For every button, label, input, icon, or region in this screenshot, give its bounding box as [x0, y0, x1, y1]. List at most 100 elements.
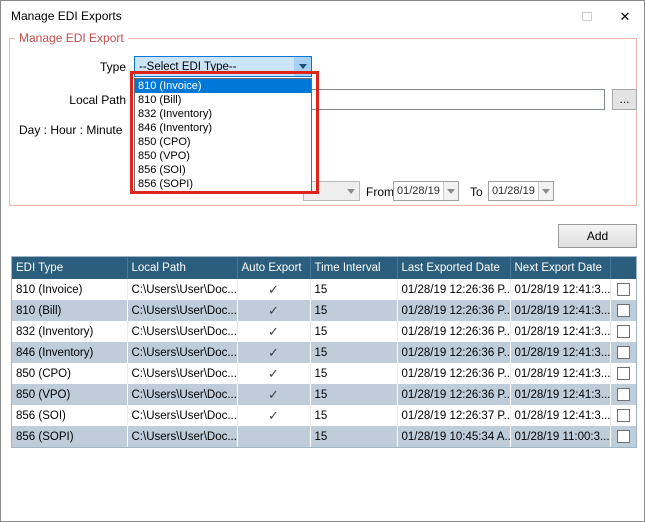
- table-row[interactable]: 850 (CPO) C:\Users\User\Doc... ✓ 15 01/28/19…: [12, 363, 636, 384]
- edi-type-combobox[interactable]: --Select EDI Type--: [134, 56, 312, 77]
- date-dropdown-button[interactable]: [443, 182, 458, 200]
- add-button[interactable]: Add: [558, 224, 637, 248]
- title-bar[interactable]: Manage EDI Exports ✕: [1, 1, 644, 31]
- column-header[interactable]: Local Path: [127, 257, 238, 279]
- window-buttons: ✕: [568, 1, 644, 31]
- next-export-date-cell: 01/28/19 12:41:3...: [510, 300, 611, 321]
- dropdown-item[interactable]: 846 (Inventory): [135, 121, 311, 135]
- row-select-cell: [610, 321, 636, 342]
- last-exported-date-cell: 01/28/19 12:26:37 P...: [397, 405, 511, 426]
- dropdown-item[interactable]: 850 (CPO): [135, 135, 311, 149]
- table-row[interactable]: 850 (VPO) C:\Users\User\Doc... ✓ 15 01/28/19…: [12, 384, 636, 405]
- dropdown-item[interactable]: 856 (SOPI): [135, 177, 311, 191]
- chevron-down-icon: [447, 188, 455, 194]
- row-checkbox[interactable]: [616, 346, 630, 359]
- to-label: To: [470, 185, 483, 199]
- column-header[interactable]: Time Interval: [310, 257, 398, 279]
- time-interval-cell: 15: [310, 300, 398, 321]
- row-select-cell: [610, 279, 636, 300]
- local-path-cell: C:\Users\User\Doc...: [127, 279, 238, 300]
- chevron-down-icon: [542, 188, 550, 194]
- auto-export-cell: ✓: [237, 342, 311, 363]
- chevron-down-icon: [298, 64, 307, 69]
- browse-button[interactable]: ...: [612, 89, 637, 110]
- edi-type-cell: 832 (Inventory): [12, 321, 128, 342]
- combobox-dropdown-button[interactable]: [294, 57, 311, 76]
- row-checkbox[interactable]: [616, 388, 630, 401]
- local-path-cell: C:\Users\User\Doc...: [127, 426, 238, 447]
- edi-table-header-row: EDI Type Local Path Auto Export Time Interv…: [12, 257, 636, 279]
- edi-exports-table: EDI Type Local Path Auto Export Time Interv…: [11, 256, 637, 448]
- manage-edi-exports-dialog: Manage EDI Exports ✕ Manage EDI Export T…: [0, 0, 645, 522]
- row-select-cell: [610, 384, 636, 405]
- edi-type-cell: 850 (CPO): [12, 363, 128, 384]
- column-header[interactable]: Auto Export: [237, 257, 311, 279]
- dropdown-item[interactable]: 850 (VPO): [135, 149, 311, 163]
- to-date-value: 01/28/19: [492, 185, 535, 197]
- dropdown-item[interactable]: 856 (SOI): [135, 163, 311, 177]
- time-interval-cell: 15: [310, 279, 398, 300]
- from-date-picker[interactable]: 01/28/19: [393, 181, 459, 201]
- last-exported-date-cell: 01/28/19 12:26:36 P...: [397, 384, 511, 405]
- row-checkbox[interactable]: [616, 367, 630, 380]
- last-exported-date-cell: 01/28/19 12:26:36 P...: [397, 321, 511, 342]
- table-row[interactable]: 810 (Bill) C:\Users\User\Doc... ✓ 15 01/28/1…: [12, 300, 636, 321]
- row-select-cell: [610, 363, 636, 384]
- table-row[interactable]: 832 (Inventory) C:\Users\User\Doc... ✓ 15 01…: [12, 321, 636, 342]
- maximize-icon: [582, 11, 592, 21]
- dropdown-item[interactable]: 810 (Invoice): [135, 79, 311, 93]
- last-exported-date-cell: 01/28/19 12:26:36 P...: [397, 342, 511, 363]
- row-select-cell: [610, 300, 636, 321]
- table-row[interactable]: 856 (SOPI) C:\Users\User\Doc... 15 01/28/19…: [12, 426, 636, 447]
- schedule-label: Day : Hour : Minute: [19, 123, 123, 137]
- dropdown-item[interactable]: 810 (Bill): [135, 93, 311, 107]
- next-export-date-cell: 01/28/19 12:41:3...: [510, 363, 611, 384]
- last-exported-date-cell: 01/28/19 10:45:34 A...: [397, 426, 511, 447]
- groupbox-title: Manage EDI Export: [15, 31, 128, 45]
- from-label: From: [366, 185, 394, 199]
- maximize-button[interactable]: [568, 1, 606, 31]
- auto-export-cell: ✓: [237, 363, 311, 384]
- column-header[interactable]: Last Exported Date: [397, 257, 511, 279]
- local-path-cell: C:\Users\User\Doc...: [127, 384, 238, 405]
- row-checkbox[interactable]: [616, 325, 630, 338]
- column-header[interactable]: Next Export Date: [510, 257, 611, 279]
- row-checkbox[interactable]: [616, 409, 630, 422]
- to-date-picker[interactable]: 01/28/19: [488, 181, 554, 201]
- table-row[interactable]: 846 (Inventory) C:\Users\User\Doc... ✓ 15 01…: [12, 342, 636, 363]
- row-select-cell: [610, 342, 636, 363]
- edi-type-cell: 856 (SOI): [12, 405, 128, 426]
- chevron-down-icon: [347, 188, 355, 194]
- auto-export-cell: ✓: [237, 321, 311, 342]
- date-dropdown-button[interactable]: [538, 182, 553, 200]
- table-row[interactable]: 810 (Invoice) C:\Users\User\Doc... ✓ 15 01/2…: [12, 279, 636, 300]
- next-export-date-cell: 01/28/19 12:41:3...: [510, 321, 611, 342]
- edi-type-dropdown-list: 810 (Invoice) 810 (Bill) 832 (Inventory) 84…: [134, 78, 312, 192]
- dropdown-item[interactable]: 832 (Inventory): [135, 107, 311, 121]
- edi-type-cell: 856 (SOPI): [12, 426, 128, 447]
- auto-export-cell: [237, 426, 311, 447]
- local-path-label: Local Path: [69, 93, 126, 107]
- row-checkbox[interactable]: [616, 283, 630, 296]
- window-title: Manage EDI Exports: [11, 9, 122, 23]
- row-checkbox[interactable]: [616, 430, 630, 443]
- close-button[interactable]: ✕: [606, 1, 644, 31]
- time-interval-cell: 15: [310, 384, 398, 405]
- last-exported-date-cell: 01/28/19 12:26:36 P...: [397, 363, 511, 384]
- row-checkbox[interactable]: [616, 304, 630, 317]
- time-interval-cell: 15: [310, 363, 398, 384]
- next-export-date-cell: 01/28/19 11:00:3...: [510, 426, 611, 447]
- column-header[interactable]: [610, 257, 636, 279]
- type-label: Type: [99, 60, 126, 74]
- time-interval-cell: 15: [310, 342, 398, 363]
- edi-type-cell: 850 (VPO): [12, 384, 128, 405]
- table-row[interactable]: 856 (SOI) C:\Users\User\Doc... ✓ 15 01/28/19…: [12, 405, 636, 426]
- column-header[interactable]: EDI Type: [12, 257, 128, 279]
- from-date-value: 01/28/19: [397, 185, 440, 197]
- local-path-cell: C:\Users\User\Doc...: [127, 363, 238, 384]
- edi-table-body: 810 (Invoice) C:\Users\User\Doc... ✓ 15 01/2…: [12, 279, 636, 447]
- next-export-date-cell: 01/28/19 12:41:3...: [510, 405, 611, 426]
- interval-dropdown-button: [343, 182, 359, 200]
- edi-type-cell: 846 (Inventory): [12, 342, 128, 363]
- local-path-cell: C:\Users\User\Doc...: [127, 342, 238, 363]
